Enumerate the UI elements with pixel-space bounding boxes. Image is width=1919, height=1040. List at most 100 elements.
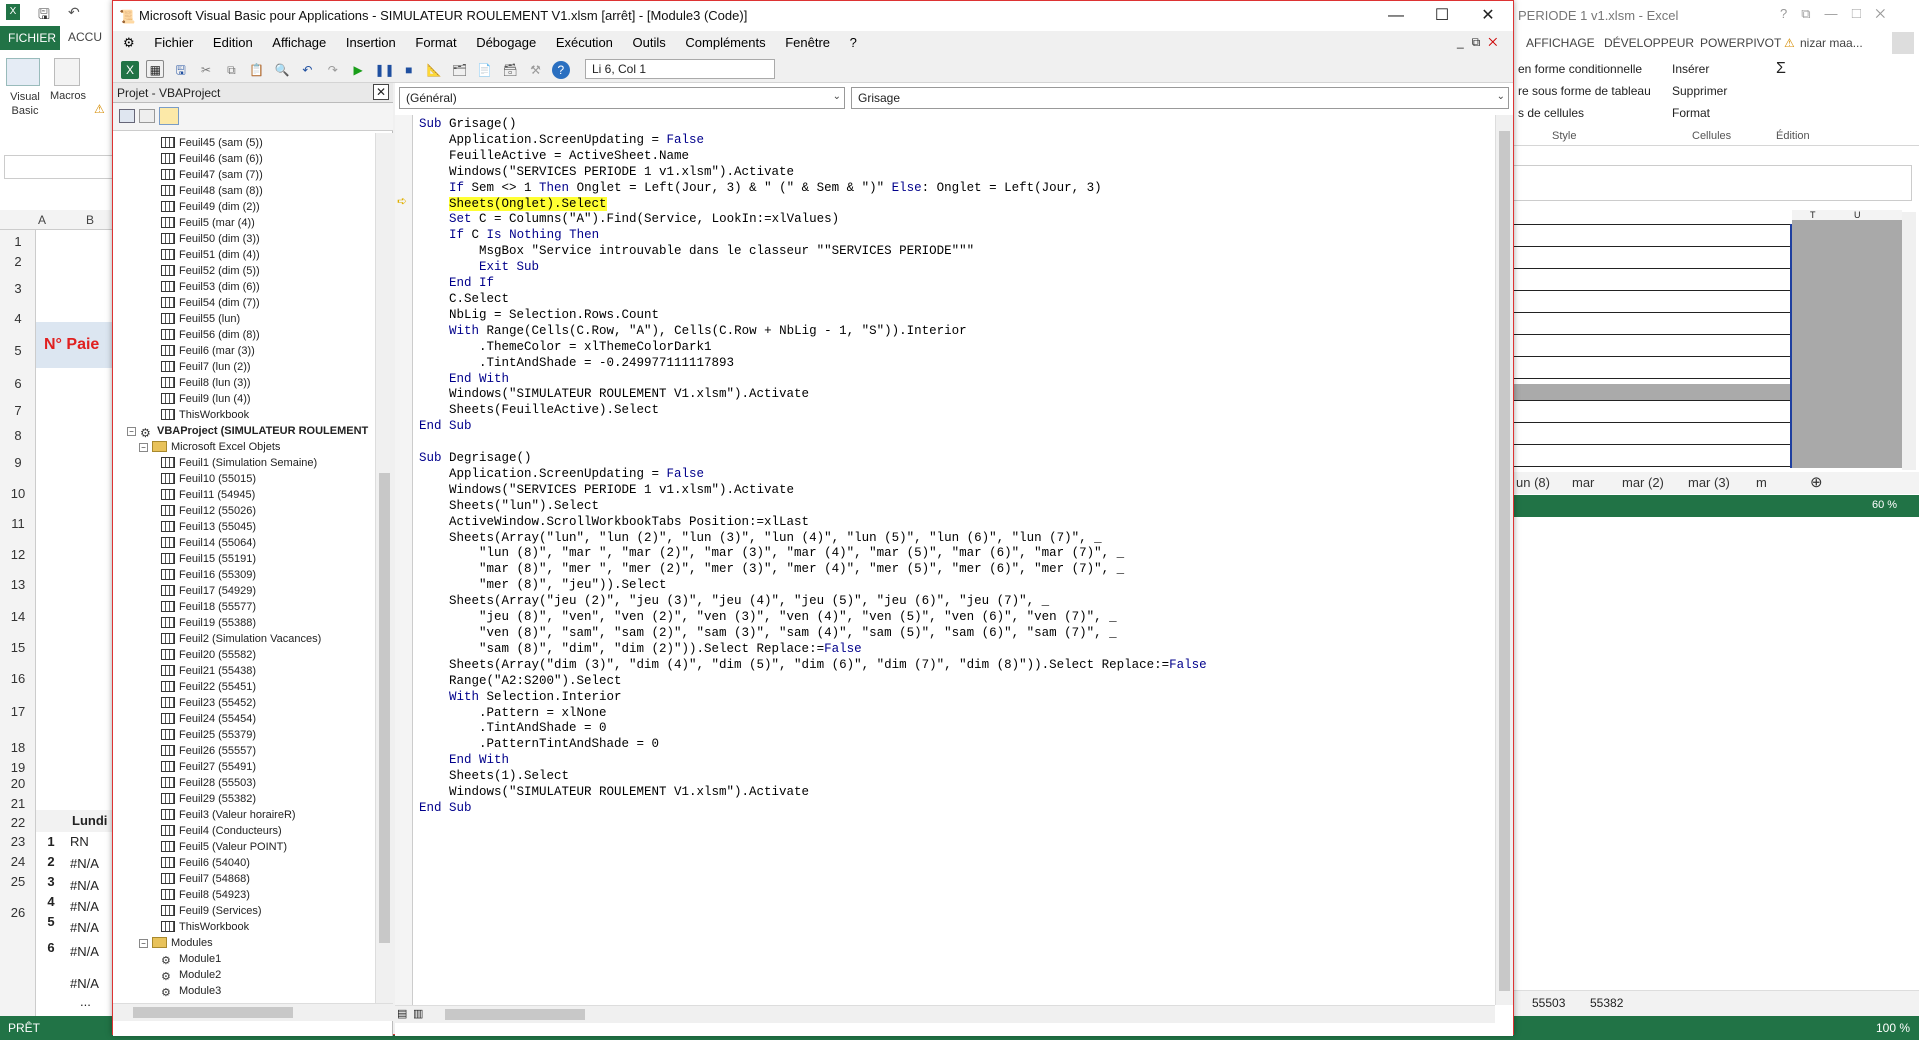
table-format-button[interactable]: re sous forme de tableau: [1518, 84, 1651, 98]
row-number[interactable]: 22: [0, 815, 36, 830]
row-number[interactable]: 14: [0, 609, 36, 624]
cell-col-b[interactable]: #N/A: [70, 944, 99, 959]
sheet-tab-m[interactable]: m: [1756, 475, 1767, 490]
col-header-u[interactable]: U: [1854, 210, 1861, 220]
row-number[interactable]: 10: [0, 486, 36, 501]
cell-col-a[interactable]: 4: [36, 894, 66, 909]
copy-icon[interactable]: ⧉: [222, 61, 240, 79]
procedure-combo[interactable]: Grisage ⌄: [851, 87, 1509, 109]
cell-col-b[interactable]: #N/A: [70, 878, 99, 893]
project-tree-vscroll[interactable]: [375, 133, 393, 1003]
user-name[interactable]: nizar maa...: [1800, 36, 1863, 50]
save-icon-vba[interactable]: 🖫: [172, 61, 190, 79]
cell-col-a[interactable]: 5: [36, 914, 66, 929]
tree-item-sheet[interactable]: Feuil21 (55438): [161, 663, 256, 679]
row-number[interactable]: 6: [0, 376, 36, 391]
undo-icon-vba[interactable]: ↶: [298, 61, 316, 79]
code-hscroll[interactable]: ▤ ▥: [395, 1005, 1495, 1023]
autosum-icon[interactable]: Σ: [1776, 60, 1786, 78]
row-number[interactable]: 13: [0, 577, 36, 592]
tree-item-sheet[interactable]: Feuil55 (lun): [161, 311, 240, 327]
tree-item-sheet[interactable]: Feuil11 (54945): [161, 487, 255, 503]
module-view-icon[interactable]: ▥: [413, 1007, 423, 1020]
project-explorer-close-icon[interactable]: ✕: [373, 84, 389, 100]
view-object-icon[interactable]: [139, 109, 155, 123]
excel-right-sheet-grid[interactable]: [1512, 210, 1792, 468]
row-number[interactable]: 15: [0, 640, 36, 655]
tree-item-sheet[interactable]: Feuil9 (lun (4)): [161, 391, 251, 407]
cell-col-b[interactable]: #N/A: [70, 920, 99, 935]
child-window-controls[interactable]: _⧉✕: [1457, 35, 1505, 50]
project-hscroll-thumb[interactable]: [133, 1007, 293, 1018]
visual-basic-button[interactable]: Visual Basic: [2, 90, 48, 118]
tree-item-module[interactable]: ⚙ Module1: [161, 951, 221, 967]
find-icon[interactable]: 🔍: [273, 61, 291, 79]
reset-icon[interactable]: ■: [400, 61, 418, 79]
run-icon[interactable]: ▶: [349, 61, 367, 79]
menu-edition[interactable]: Edition: [205, 31, 261, 54]
tree-item-sheet[interactable]: Feuil10 (55015): [161, 471, 256, 487]
cell-lundi[interactable]: Lundi: [72, 813, 107, 828]
tree-item-sheet[interactable]: Feuil12 (55026): [161, 503, 256, 519]
row-number[interactable]: 18: [0, 740, 36, 755]
project-explorer-icon[interactable]: 🗂: [450, 61, 468, 79]
tab-fichier[interactable]: FICHIER: [0, 26, 60, 50]
project-tree-hscroll[interactable]: [113, 1003, 393, 1021]
sheet-tab-lun-8[interactable]: un (8): [1516, 475, 1550, 490]
collapse-icon[interactable]: −: [139, 443, 148, 452]
undo-icon[interactable]: ↶: [68, 4, 80, 21]
tree-item-sheet[interactable]: Feuil52 (dim (5)): [161, 263, 260, 279]
tree-item-sheet[interactable]: Feuil13 (55045): [161, 519, 256, 535]
tree-item-workbook[interactable]: ThisWorkbook: [161, 407, 249, 423]
tree-item-sheet[interactable]: Feuil25 (55379): [161, 727, 256, 743]
row-number[interactable]: 2: [0, 254, 36, 269]
tree-item-sheet[interactable]: Feuil8 (54923): [161, 887, 250, 903]
cut-icon[interactable]: ✂: [197, 61, 215, 79]
tree-item-sheet[interactable]: Feuil1 (Simulation Semaine): [161, 455, 317, 471]
tree-item-sheet[interactable]: Feuil7 (54868): [161, 871, 250, 887]
chevron-down-icon[interactable]: ⌄: [833, 91, 841, 102]
cell-n-paie[interactable]: N° Paie: [44, 336, 99, 354]
menu-help[interactable]: ?: [842, 31, 865, 54]
tree-item-sheet[interactable]: Feuil18 (55577): [161, 599, 256, 615]
tree-item-sheet[interactable]: Feuil15 (55191): [161, 551, 256, 567]
toggle-folders-icon[interactable]: [159, 107, 179, 125]
tree-item-sheet[interactable]: Feuil24 (55454): [161, 711, 256, 727]
tree-item-sheet[interactable]: Feuil48 (sam (8)): [161, 183, 263, 199]
collapse-icon[interactable]: −: [127, 427, 136, 436]
tree-item-sheet[interactable]: Feuil56 (dim (8)): [161, 327, 260, 343]
chevron-down-icon[interactable]: ⌄: [1497, 91, 1505, 102]
tree-item-sheet[interactable]: Feuil16 (55309): [161, 567, 256, 583]
tree-item-folder[interactable]: − Modules: [139, 935, 213, 951]
project-vscroll-thumb[interactable]: [379, 473, 390, 943]
macros-button[interactable]: Macros: [46, 90, 90, 102]
tab-powerpivot[interactable]: POWERPIVOT: [1700, 36, 1781, 50]
delete-cells-button[interactable]: Supprimer: [1672, 84, 1727, 98]
row-number[interactable]: 21: [0, 796, 36, 811]
properties-icon[interactable]: 📄: [476, 61, 494, 79]
menu-fichier[interactable]: Fichier: [146, 31, 201, 54]
tree-item-sheet[interactable]: Feuil6 (mar (3)): [161, 343, 255, 359]
menu-outils[interactable]: Outils: [625, 31, 674, 54]
row-number[interactable]: 19: [0, 760, 36, 775]
tree-item-sheet[interactable]: Feuil53 (dim (6)): [161, 279, 260, 295]
tree-item-sheet[interactable]: Feuil54 (dim (7)): [161, 295, 260, 311]
cell-col-b[interactable]: #N/A: [70, 856, 99, 871]
row-number[interactable]: 3: [0, 281, 36, 296]
row-number[interactable]: 25: [0, 874, 36, 889]
tree-item-sheet[interactable]: Feuil45 (sam (5)): [161, 135, 263, 151]
tree-item-folder[interactable]: − Microsoft Excel Objets: [139, 439, 280, 455]
col-header-a[interactable]: A: [38, 213, 46, 227]
maximize-button[interactable]: ☐: [1419, 1, 1465, 31]
tree-item-sheet[interactable]: Feuil8 (lun (3)): [161, 375, 251, 391]
tree-item-module[interactable]: ⚙ Module3: [161, 983, 221, 999]
tab-affichage[interactable]: AFFICHAGE: [1526, 36, 1595, 50]
tree-item-sheet[interactable]: Feuil23 (55452): [161, 695, 256, 711]
help-icon[interactable]: ?: [551, 61, 570, 79]
tree-item-sheet[interactable]: Feuil6 (54040): [161, 855, 250, 871]
cell-col-a[interactable]: 6: [36, 940, 66, 955]
tab-accueil[interactable]: ACCU: [68, 30, 102, 44]
row-number[interactable]: 26: [0, 905, 36, 920]
menu-format[interactable]: Format: [407, 31, 464, 54]
row-number[interactable]: 12: [0, 547, 36, 562]
